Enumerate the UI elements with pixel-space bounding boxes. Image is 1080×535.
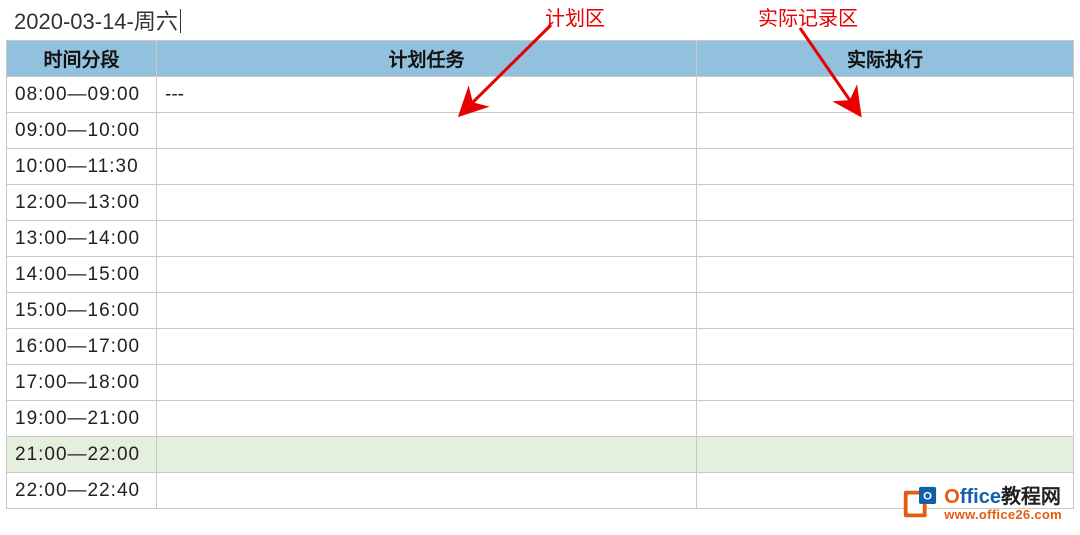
cell-actual[interactable] bbox=[697, 77, 1074, 113]
title-text: 2020-03-14-周六 bbox=[14, 9, 178, 34]
cell-time[interactable]: 16:00—17:00 bbox=[7, 329, 157, 365]
cell-time[interactable]: 08:00—09:00 bbox=[7, 77, 157, 113]
cell-plan[interactable] bbox=[157, 113, 697, 149]
cell-actual[interactable] bbox=[697, 257, 1074, 293]
watermark-url: www.office26.com bbox=[944, 508, 1062, 522]
table-row: 08:00—09:00--- bbox=[7, 77, 1074, 113]
schedule-table: 时间分段 计划任务 实际执行 08:00—09:00---09:00—10:00… bbox=[6, 40, 1074, 509]
watermark-brand-head: O bbox=[944, 486, 960, 508]
cell-actual[interactable] bbox=[697, 401, 1074, 437]
cell-plan[interactable] bbox=[157, 401, 697, 437]
cell-plan[interactable] bbox=[157, 329, 697, 365]
cell-plan[interactable] bbox=[157, 185, 697, 221]
watermark-text: Office教程网 www.office26.com bbox=[944, 487, 1062, 522]
cell-actual[interactable] bbox=[697, 437, 1074, 473]
cell-actual[interactable] bbox=[697, 113, 1074, 149]
table-row: 16:00—17:00 bbox=[7, 329, 1074, 365]
header-actual: 实际执行 bbox=[697, 41, 1074, 77]
table-row: 17:00—18:00 bbox=[7, 365, 1074, 401]
cell-plan[interactable] bbox=[157, 473, 697, 509]
cell-plan[interactable] bbox=[157, 437, 697, 473]
cell-actual[interactable] bbox=[697, 293, 1074, 329]
header-time: 时间分段 bbox=[7, 41, 157, 77]
table-row: 13:00—14:00 bbox=[7, 221, 1074, 257]
cell-actual[interactable] bbox=[697, 365, 1074, 401]
cell-time[interactable]: 19:00—21:00 bbox=[7, 401, 157, 437]
cell-time[interactable]: 13:00—14:00 bbox=[7, 221, 157, 257]
watermark-brand-rest: ffice bbox=[960, 486, 1001, 508]
table-row: 21:00—22:00 bbox=[7, 437, 1074, 473]
cell-time[interactable]: 21:00—22:00 bbox=[7, 437, 157, 473]
cell-actual[interactable] bbox=[697, 221, 1074, 257]
text-cursor-icon bbox=[180, 9, 181, 33]
cell-actual[interactable] bbox=[697, 185, 1074, 221]
cell-time[interactable]: 14:00—15:00 bbox=[7, 257, 157, 293]
table-row: 19:00—21:00 bbox=[7, 401, 1074, 437]
table-row: 10:00—11:30 bbox=[7, 149, 1074, 185]
cell-time[interactable]: 15:00—16:00 bbox=[7, 293, 157, 329]
cell-plan[interactable] bbox=[157, 365, 697, 401]
cell-plan[interactable] bbox=[157, 221, 697, 257]
cell-plan[interactable] bbox=[157, 293, 697, 329]
watermark: O Office教程网 www.office26.com bbox=[900, 485, 1062, 523]
table-row: 14:00—15:00 bbox=[7, 257, 1074, 293]
cell-time[interactable]: 22:00—22:40 bbox=[7, 473, 157, 509]
table-header-row: 时间分段 计划任务 实际执行 bbox=[7, 41, 1074, 77]
svg-text:O: O bbox=[923, 490, 932, 502]
cell-plan[interactable] bbox=[157, 257, 697, 293]
watermark-brand-cn: 教程网 bbox=[1001, 486, 1061, 508]
table-row: 12:00—13:00 bbox=[7, 185, 1074, 221]
cell-time[interactable]: 10:00—11:30 bbox=[7, 149, 157, 185]
page-title: 2020-03-14-周六 bbox=[0, 0, 1080, 40]
cell-time[interactable]: 17:00—18:00 bbox=[7, 365, 157, 401]
header-plan: 计划任务 bbox=[157, 41, 697, 77]
cell-plan[interactable] bbox=[157, 149, 697, 185]
cell-actual[interactable] bbox=[697, 149, 1074, 185]
cell-plan[interactable]: --- bbox=[157, 77, 697, 113]
table-row: 09:00—10:00 bbox=[7, 113, 1074, 149]
cell-actual[interactable] bbox=[697, 329, 1074, 365]
cell-time[interactable]: 09:00—10:00 bbox=[7, 113, 157, 149]
office-logo-icon: O bbox=[900, 485, 938, 523]
cell-time[interactable]: 12:00—13:00 bbox=[7, 185, 157, 221]
table-row: 15:00—16:00 bbox=[7, 293, 1074, 329]
